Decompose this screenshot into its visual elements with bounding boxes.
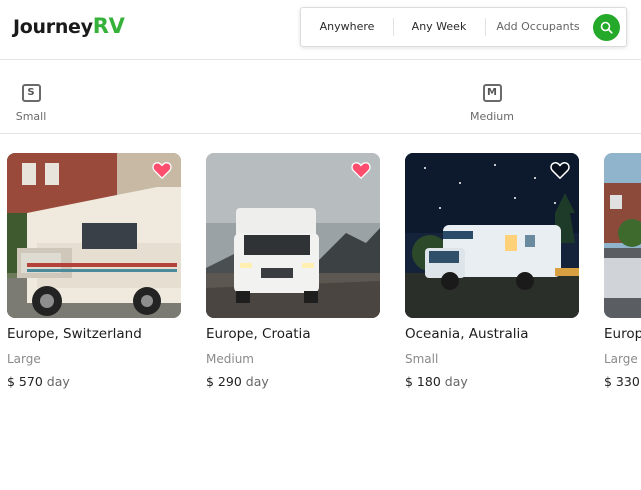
listing-image[interactable] (206, 153, 380, 318)
listing-price: $ 570 day (7, 374, 70, 389)
brand-logo[interactable]: JourneyRV (13, 14, 125, 38)
location-search-field[interactable]: Anywhere (301, 8, 393, 46)
size-filter-medium[interactable]: M Medium (462, 80, 522, 123)
listing-image[interactable] (405, 153, 579, 318)
listing-title: Oceania, Australia (405, 326, 529, 342)
price-unit: day (245, 374, 269, 389)
listing-title: Europe, Croatia (206, 326, 311, 342)
listing-size: Small (405, 352, 439, 366)
listing-size: Large (604, 352, 638, 366)
listing-card[interactable]: Oceania, Australia Small $ 180 day (405, 153, 579, 389)
brand-name-part1: Journey (13, 16, 93, 38)
price-amount: $ 570 (7, 374, 43, 389)
favorite-heart-icon[interactable] (152, 161, 172, 179)
date-search-field[interactable]: Any Week (393, 8, 485, 46)
listing-price: $ 290 day (206, 374, 269, 389)
listing-image[interactable] (7, 153, 181, 318)
listing-title: Europ (604, 326, 641, 342)
favorite-heart-outline-icon[interactable] (550, 161, 570, 179)
occupants-search-field[interactable]: Add Occupants (485, 8, 591, 46)
price-unit: day (444, 374, 468, 389)
listing-title: Europe, Switzerland (7, 326, 142, 342)
top-header: JourneyRV Anywhere Any Week Add Occupant… (0, 0, 641, 60)
size-badge-small-icon: S (21, 84, 41, 102)
price-amount: $ 330 (604, 374, 640, 389)
size-filter-small[interactable]: S Small (1, 80, 61, 123)
size-filter-label: Small (15, 110, 47, 123)
size-badge-medium-icon: M (482, 84, 502, 102)
listing-card[interactable]: Europe, Croatia Medium $ 290 day (206, 153, 380, 389)
price-amount: $ 180 (405, 374, 441, 389)
price-unit: day (46, 374, 70, 389)
listing-size: Medium (206, 352, 254, 366)
listing-image[interactable] (604, 153, 641, 318)
size-filter-label: Medium (470, 110, 514, 123)
listing-price: $ 330 (604, 374, 640, 389)
listings-row: Europe, Switzerland Large $ 570 day Euro… (0, 153, 641, 413)
price-amount: $ 290 (206, 374, 242, 389)
search-button[interactable] (593, 14, 620, 41)
brand-name-part2: RV (92, 14, 125, 38)
favorite-heart-icon[interactable] (351, 161, 371, 179)
search-icon (600, 21, 613, 34)
search-bar: Anywhere Any Week Add Occupants (300, 7, 627, 47)
size-filter-bar: S Small M Medium (0, 60, 641, 134)
listing-card[interactable]: Europe, Switzerland Large $ 570 day (7, 153, 181, 389)
listing-card[interactable]: Europ Large $ 330 (604, 153, 641, 389)
listing-price: $ 180 day (405, 374, 468, 389)
listing-size: Large (7, 352, 41, 366)
